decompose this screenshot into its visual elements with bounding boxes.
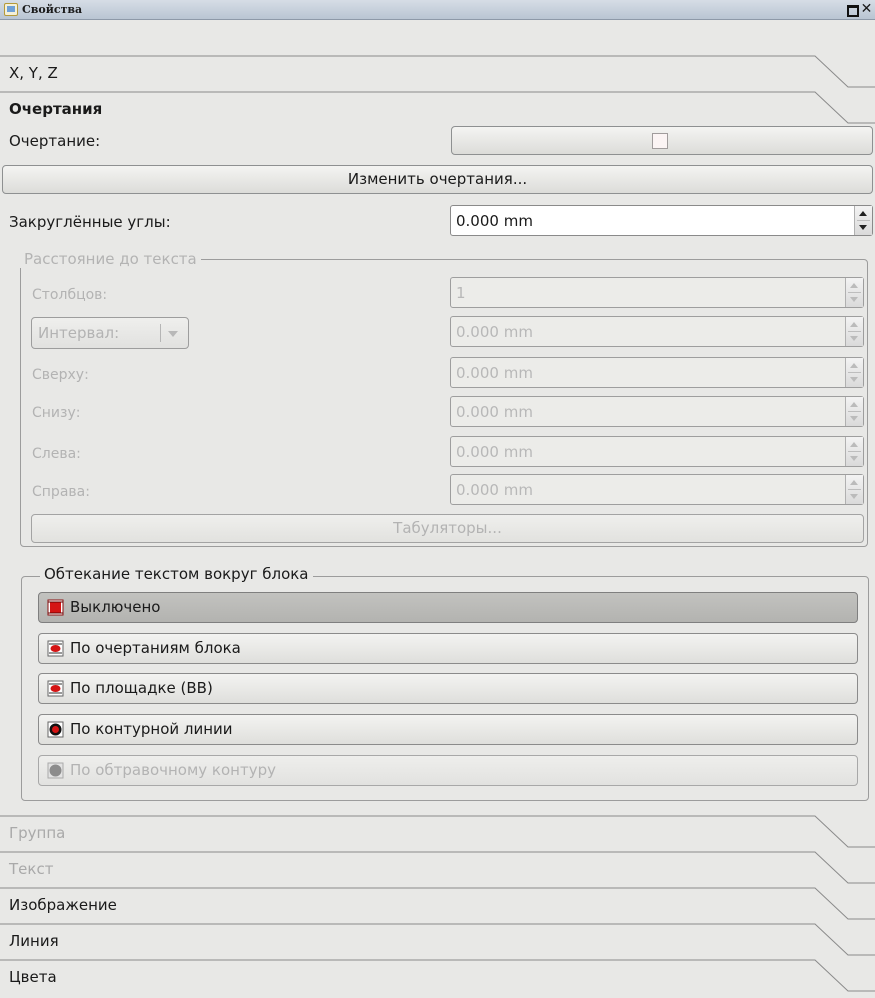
arrow-down-icon[interactable] [850, 336, 858, 341]
flow-frame-icon [47, 640, 64, 657]
left-distance-value: 0.000 mm [456, 443, 533, 461]
rounded-corners-value: 0.000 mm [456, 212, 533, 230]
edit-shape-button[interactable]: Изменить очертания... [2, 165, 873, 194]
flow-contour-label: По контурной линии [70, 720, 233, 738]
section-divider [0, 959, 875, 992]
flow-clip-path-button[interactable]: По обтравочному контуру [38, 755, 858, 786]
bottom-distance-input[interactable]: 0.000 mm [450, 396, 864, 427]
flow-off-label: Выключено [70, 598, 161, 616]
app-icon [4, 3, 18, 16]
flow-off-button[interactable]: Выключено [38, 592, 858, 623]
section-text-label: Текст [9, 860, 54, 878]
left-distance-input[interactable]: 0.000 mm [450, 436, 864, 467]
shape-preview-icon [652, 133, 668, 149]
arrow-up-icon[interactable] [850, 283, 858, 288]
columns-label: Столбцов: [32, 287, 108, 303]
flow-clip-label: По обтравочному контуру [70, 761, 276, 779]
arrow-down-icon[interactable] [850, 494, 858, 499]
section-divider [0, 55, 875, 88]
section-shape-label: Очертания [9, 100, 103, 118]
gap-dropdown-label: Интервал: [38, 324, 120, 342]
right-distance-input[interactable]: 0.000 mm [450, 474, 864, 505]
section-image-label: Изображение [9, 896, 117, 914]
arrow-down-icon[interactable] [850, 297, 858, 302]
shape-select-button[interactable] [451, 126, 873, 155]
arrow-up-icon[interactable] [850, 480, 858, 485]
section-divider [0, 887, 875, 920]
flow-clip-icon [47, 762, 64, 779]
flow-off-icon [47, 599, 64, 616]
section-line-label: Линия [9, 932, 59, 950]
chevron-down-icon [168, 331, 178, 337]
section-group[interactable]: Группа [0, 815, 875, 851]
top-distance-label: Сверху: [32, 367, 89, 383]
edit-shape-label: Изменить очертания... [347, 170, 528, 188]
arrow-down-icon[interactable] [859, 225, 867, 230]
bottom-distance-label: Снизу: [32, 405, 81, 421]
rounded-corners-label: Закруглённые углы: [9, 213, 171, 231]
rounded-corners-stepper[interactable] [854, 206, 872, 235]
gap-value: 0.000 mm [456, 323, 533, 341]
section-image[interactable]: Изображение [0, 887, 875, 923]
gap-input[interactable]: 0.000 mm [450, 316, 864, 347]
bottom-distance-value: 0.000 mm [456, 403, 533, 421]
arrow-down-icon[interactable] [850, 456, 858, 461]
right-distance-value: 0.000 mm [456, 481, 533, 499]
section-group-label: Группа [9, 824, 66, 842]
top-distance-value: 0.000 mm [456, 364, 533, 382]
section-divider [0, 815, 875, 848]
section-divider [0, 91, 875, 124]
flow-bbox-label: По площадке (BB) [70, 679, 213, 697]
section-divider [0, 851, 875, 884]
arrow-up-icon[interactable] [850, 363, 858, 368]
flow-frame-shape-button[interactable]: По очертаниям блока [38, 633, 858, 664]
flow-bbox-icon [47, 680, 64, 697]
flow-contour-button[interactable]: По контурной линии [38, 714, 858, 745]
section-colors[interactable]: Цвета [0, 959, 875, 995]
text-flow-title: Обтекание текстом вокруг блока [40, 565, 313, 583]
window-titlebar: Свойства ✕ [0, 0, 875, 20]
columns-value: 1 [456, 284, 466, 302]
rounded-corners-input[interactable]: 0.000 mm [450, 205, 873, 236]
section-text[interactable]: Текст [0, 851, 875, 887]
flow-bounding-box-button[interactable]: По площадке (BB) [38, 673, 858, 704]
close-icon[interactable]: ✕ [860, 2, 873, 16]
arrow-down-icon[interactable] [850, 377, 858, 382]
tabulators-button[interactable]: Табуляторы... [31, 514, 864, 543]
arrow-down-icon[interactable] [850, 416, 858, 421]
arrow-up-icon[interactable] [850, 322, 858, 327]
section-divider [0, 923, 875, 956]
right-distance-label: Справа: [32, 484, 90, 500]
window-title: Свойства [22, 3, 83, 16]
flow-frame-label: По очертаниям блока [70, 639, 241, 657]
left-distance-label: Слева: [32, 446, 81, 462]
text-distance-title: Расстояние до текста [20, 250, 201, 268]
arrow-up-icon[interactable] [850, 442, 858, 447]
flow-contour-icon [47, 721, 64, 738]
section-colors-label: Цвета [9, 968, 57, 986]
top-distance-input[interactable]: 0.000 mm [450, 357, 864, 388]
shape-label: Очертание: [9, 132, 101, 150]
columns-input[interactable]: 1 [450, 277, 864, 308]
section-xyz-label: X, Y, Z [9, 64, 58, 82]
section-shape[interactable]: Очертания [0, 91, 875, 127]
section-xyz[interactable]: X, Y, Z [0, 55, 875, 91]
arrow-up-icon[interactable] [859, 211, 867, 216]
gap-dropdown[interactable]: Интервал: [31, 317, 189, 349]
section-line[interactable]: Линия [0, 923, 875, 959]
tabulators-label: Табуляторы... [393, 519, 502, 537]
arrow-up-icon[interactable] [850, 402, 858, 407]
maximize-icon[interactable] [845, 3, 859, 17]
